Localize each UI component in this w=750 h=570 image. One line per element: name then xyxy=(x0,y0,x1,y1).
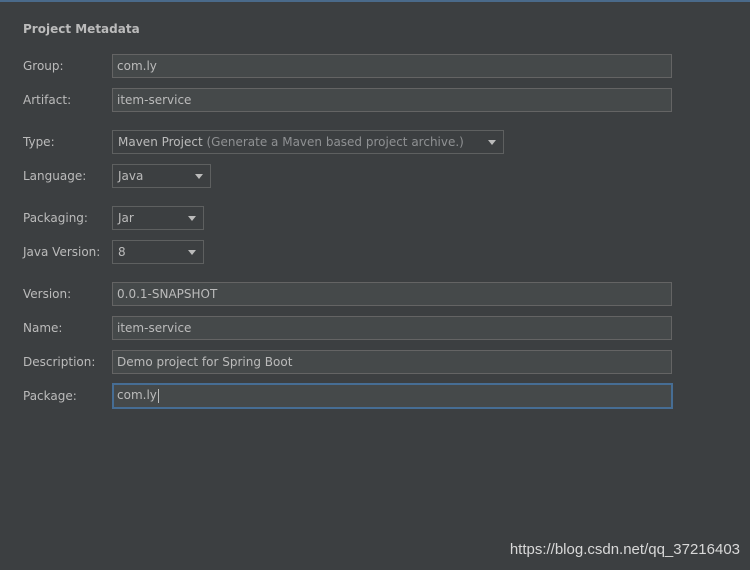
name-field[interactable]: item-service xyxy=(112,316,672,340)
packaging-label: Packaging: xyxy=(23,211,88,225)
section-title: Project Metadata xyxy=(23,22,140,36)
java-version-label: Java Version: xyxy=(23,245,101,259)
chevron-down-icon xyxy=(188,250,196,255)
package-field-value: com.ly xyxy=(117,388,157,402)
chevron-down-icon xyxy=(188,216,196,221)
watermark: https://blog.csdn.net/qq_37216403 xyxy=(509,541,740,558)
group-field[interactable]: com.ly xyxy=(112,54,672,78)
package-field[interactable]: com.ly xyxy=(112,383,673,409)
type-select[interactable]: Maven Project (Generate a Maven based pr… xyxy=(112,130,504,154)
artifact-field[interactable]: item-service xyxy=(112,88,672,112)
description-field[interactable]: Demo project for Spring Boot xyxy=(112,350,672,374)
chevron-down-icon xyxy=(195,174,203,179)
chevron-down-icon xyxy=(488,140,496,145)
java-version-select-value: 8 xyxy=(118,245,126,259)
version-label: Version: xyxy=(23,287,72,301)
language-label: Language: xyxy=(23,169,87,183)
language-select-value: Java xyxy=(118,169,144,183)
version-field[interactable]: 0.0.1-SNAPSHOT xyxy=(112,282,672,306)
window-top-border xyxy=(0,0,750,2)
package-label: Package: xyxy=(23,389,77,403)
description-label: Description: xyxy=(23,355,96,369)
packaging-select[interactable]: Jar xyxy=(112,206,204,230)
type-select-hint: (Generate a Maven based project archive.… xyxy=(206,135,464,149)
java-version-select[interactable]: 8 xyxy=(112,240,204,264)
language-select[interactable]: Java xyxy=(112,164,211,188)
type-label: Type: xyxy=(23,135,55,149)
group-label: Group: xyxy=(23,59,64,73)
type-select-value: Maven Project xyxy=(118,135,203,149)
name-label: Name: xyxy=(23,321,63,335)
artifact-label: Artifact: xyxy=(23,93,72,107)
text-caret xyxy=(157,388,159,403)
packaging-select-value: Jar xyxy=(118,211,134,225)
